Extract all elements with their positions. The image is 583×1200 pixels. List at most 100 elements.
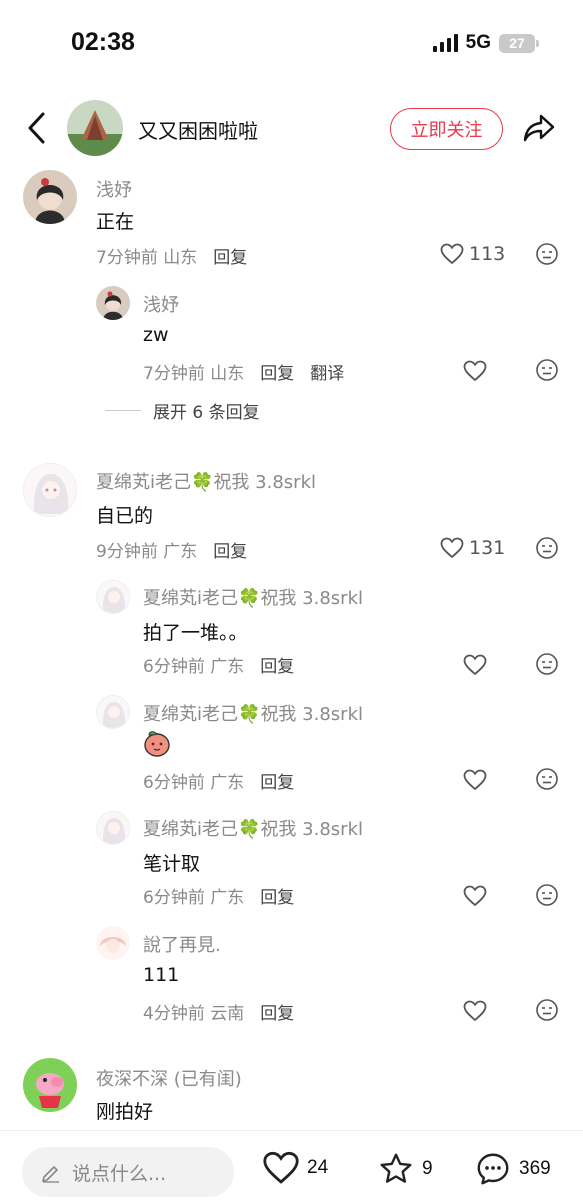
emoji-reaction-icon[interactable] [535, 536, 559, 560]
divider [105, 410, 141, 411]
heart-icon[interactable] [463, 359, 487, 383]
pencil-icon [42, 1166, 59, 1183]
emoji-reaction-icon[interactable] [535, 998, 559, 1022]
network-type: 5G [465, 32, 491, 53]
like-button[interactable]: 113 [440, 243, 505, 265]
author-suffix: 祝我 3.8srkl [260, 588, 363, 609]
status-bar: 02:38 5G 27 [0, 0, 583, 90]
back-icon[interactable] [24, 110, 52, 146]
heart-icon[interactable] [463, 653, 487, 677]
peach-sticker-icon [144, 731, 170, 757]
reply-button[interactable]: 回复 [260, 768, 294, 793]
clover-icon: 🍀 [191, 472, 214, 493]
comment-location: 山东 [163, 248, 198, 268]
comment-author[interactable]: 浅妤 [96, 176, 132, 202]
reply-time: 7分钟前 [143, 364, 205, 384]
reply-meta: 6分钟前 广东 回复 [143, 768, 294, 793]
reply-author[interactable]: 說了再見. [143, 931, 221, 957]
reply-button[interactable]: 回复 [260, 652, 294, 677]
reply-button[interactable]: 回复 [213, 243, 247, 268]
author-name: 夏绵芄i老己 [143, 819, 239, 840]
avatar[interactable] [96, 695, 130, 729]
battery-level: 27 [509, 35, 525, 51]
reply-text: 拍了一堆。。 [143, 622, 248, 644]
heart-icon[interactable] [463, 768, 487, 792]
reply-author[interactable]: 夏绵芄i老己🍀祝我 3.8srkl [143, 700, 363, 726]
share-icon[interactable] [522, 112, 556, 144]
comment-text: 正在 [96, 211, 135, 233]
expand-replies-button[interactable]: 展开 6 条回复 [105, 398, 260, 423]
avatar[interactable] [23, 1058, 77, 1112]
comment-count: 369 [519, 1158, 551, 1179]
reply-meta: 6分钟前 广东 回复 [143, 652, 294, 677]
reply-location: 云南 [210, 1004, 245, 1024]
reply-location: 广东 [210, 773, 245, 793]
post-like-count: 24 [307, 1157, 329, 1178]
comment-bubble-icon [477, 1153, 509, 1185]
avatar[interactable] [96, 926, 130, 960]
signal-icon [432, 34, 458, 52]
heart-icon[interactable] [463, 999, 487, 1023]
avatar[interactable] [96, 286, 130, 320]
author-avatar[interactable] [67, 100, 123, 156]
emoji-reaction-icon[interactable] [535, 652, 559, 676]
comment-meta: 7分钟前 山东 回复 [96, 243, 247, 268]
author-suffix: 祝我 3.8srkl [260, 819, 363, 840]
reply-time: 4分钟前 [143, 1004, 205, 1024]
author-name: 夏绵芄i老己 [143, 704, 239, 725]
reply-time: 6分钟前 [143, 657, 205, 677]
reply-meta: 6分钟前 广东 回复 [143, 883, 294, 908]
comment-meta: 9分钟前 广东 回复 [96, 537, 247, 562]
avatar[interactable] [96, 811, 130, 845]
star-icon [380, 1153, 412, 1183]
reply-button[interactable]: 回复 [260, 999, 294, 1024]
author-name: 夏绵芄i老己 [143, 588, 239, 609]
emoji-reaction-icon[interactable] [535, 242, 559, 266]
author-name[interactable]: 又又困困啦啦 [138, 115, 258, 144]
reply-button[interactable]: 回复 [260, 883, 294, 908]
status-indicators: 5G 27 [432, 32, 539, 54]
comments-button[interactable]: 369 [474, 1151, 551, 1187]
reply-time: 6分钟前 [143, 888, 205, 908]
author-suffix: 祝我 3.8srkl [213, 472, 316, 493]
heart-icon[interactable] [463, 884, 487, 908]
favorite-button[interactable]: 9 [377, 1151, 433, 1187]
battery-icon: 27 [499, 33, 539, 53]
reply-location: 广东 [210, 888, 245, 908]
avatar[interactable] [23, 463, 77, 517]
reply-location: 广东 [210, 657, 245, 677]
like-post-button[interactable]: 24 [262, 1151, 328, 1185]
comment-author[interactable]: 夏绵芄i老己🍀祝我 3.8srkl [96, 468, 316, 494]
like-button[interactable]: 131 [440, 537, 505, 559]
comment-author[interactable]: 夜深不深 (已有闺) [96, 1065, 242, 1091]
reply-author[interactable]: 浅妤 [143, 291, 179, 317]
emoji-reaction-icon[interactable] [535, 883, 559, 907]
comment-text: 自已的 [96, 505, 154, 527]
avatar[interactable] [96, 580, 130, 614]
author-suffix: 祝我 3.8srkl [260, 704, 363, 725]
comment-location: 广东 [163, 542, 198, 562]
heart-icon [440, 537, 464, 559]
header: 又又困困啦啦 立即关注 [0, 95, 583, 165]
emoji-reaction-icon[interactable] [535, 358, 559, 382]
heart-icon [263, 1151, 299, 1184]
follow-button[interactable]: 立即关注 [390, 108, 503, 150]
comment-input[interactable]: 说点什么... [22, 1147, 234, 1197]
clover-icon: 🍀 [238, 588, 261, 609]
reply-author[interactable]: 夏绵芄i老己🍀祝我 3.8srkl [143, 584, 363, 610]
emoji-reaction-icon[interactable] [535, 767, 559, 791]
comment-time: 9分钟前 [96, 542, 158, 562]
like-count: 113 [469, 243, 506, 265]
reply-location: 山东 [210, 364, 245, 384]
reply-text: 111 [143, 964, 180, 986]
reply-author[interactable]: 夏绵芄i老己🍀祝我 3.8srkl [143, 815, 363, 841]
favorite-count: 9 [422, 1158, 433, 1179]
status-time: 02:38 [71, 28, 135, 56]
reply-button[interactable]: 回复 [260, 359, 294, 384]
translate-button[interactable]: 翻译 [310, 359, 344, 384]
reply-button[interactable]: 回复 [213, 537, 247, 562]
avatar[interactable] [23, 170, 77, 224]
clover-icon: 🍀 [238, 704, 261, 725]
clover-icon: 🍀 [238, 819, 261, 840]
reply-meta: 7分钟前 山东 回复 翻译 [143, 359, 344, 384]
